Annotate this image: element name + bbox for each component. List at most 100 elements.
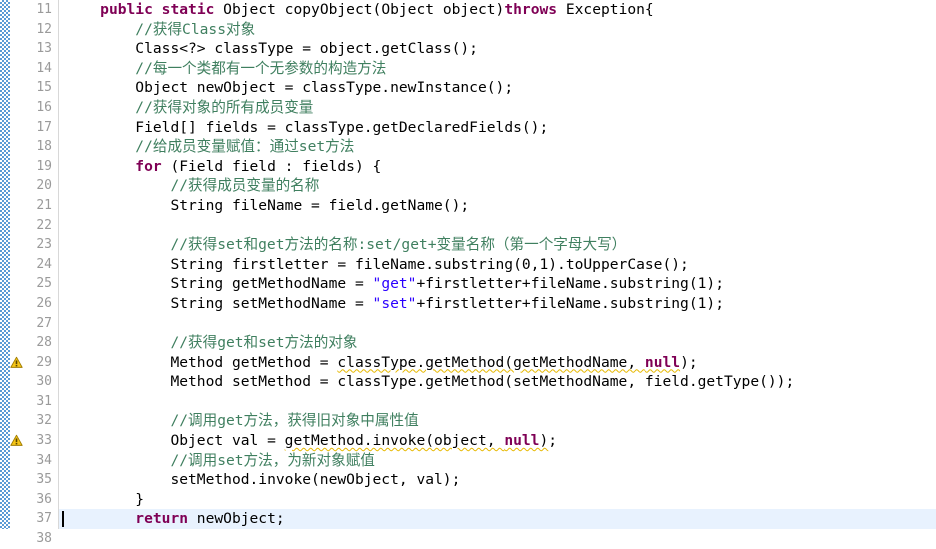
code-token-plain: String setMethodName = <box>170 294 373 312</box>
gutter-row-14[interactable]: 14 <box>10 59 58 79</box>
code-line[interactable]: //调用set方法，为新对象赋值 <box>59 451 936 471</box>
code-token-plain: (Field field : fields) { <box>161 157 382 175</box>
line-number: 33 <box>36 433 52 449</box>
gutter-row-21[interactable]: 21 <box>10 196 58 216</box>
gutter-row-32[interactable]: 32 <box>10 411 58 431</box>
gutter-row-17[interactable]: 17 <box>10 118 58 138</box>
code-token-plain: String firstletter = fileName.substring(… <box>170 255 689 273</box>
gutter-row-13[interactable]: 13 <box>10 39 58 59</box>
code-line[interactable]: for (Field field : fields) { <box>59 157 936 177</box>
code-line[interactable]: String getMethodName = "get"+firstletter… <box>59 274 936 294</box>
code-token-cmt: //每一个类都有一个无参数的构造方法 <box>135 59 387 77</box>
gutter-row-18[interactable]: 18 <box>10 137 58 157</box>
code-token-cmt: //获得对象的所有成员变量 <box>135 98 314 116</box>
code-token-kw: static <box>161 1 215 18</box>
code-line[interactable]: String firstletter = fileName.substring(… <box>59 255 936 275</box>
gutter-row-35[interactable]: 35 <box>10 470 58 490</box>
code-line[interactable]: } <box>59 490 936 510</box>
line-number: 18 <box>36 139 52 155</box>
code-token-plain: String fileName = field.getName(); <box>170 196 470 214</box>
line-number: 25 <box>36 276 52 292</box>
line-number: 14 <box>36 60 52 76</box>
code-editor[interactable]: 11 12 13 14 15 16 17 18 19 20 21 22 23 24 25 26 27 28 29 30… <box>0 0 936 546</box>
code-line-current[interactable]: return newObject; <box>59 509 936 529</box>
code-line[interactable]: //调用get方法，获得旧对象中属性值 <box>59 411 936 431</box>
code-line[interactable]: //给成员变量赋值：通过set方法 <box>59 137 936 157</box>
code-line[interactable]: //获得set和get方法的名称:set/get+变量名称（第一个字母大写） <box>59 235 936 255</box>
code-token-kw: throws <box>504 1 558 18</box>
code-token-plain: newObject; <box>188 510 285 528</box>
code-token-cmt: //获得成员变量的名称 <box>170 177 320 195</box>
code-line[interactable]: //每一个类都有一个无参数的构造方法 <box>59 59 936 79</box>
gutter-row-20[interactable]: 20 <box>10 176 58 196</box>
line-number: 23 <box>36 237 52 253</box>
gutter-row-30[interactable]: 30 <box>10 372 58 392</box>
gutter-row-26[interactable]: 26 <box>10 294 58 314</box>
code-token-plain: String getMethodName = <box>170 275 373 293</box>
gutter-row-36[interactable]: 36 <box>10 490 58 510</box>
line-number-gutter[interactable]: 11 12 13 14 15 16 17 18 19 20 21 22 23 24 25 26 27 28 29 30… <box>10 0 70 546</box>
code-token-plain: Field[] fields = classType.getDeclaredFi… <box>135 118 549 136</box>
code-line[interactable]: Object newObject = classType.newInstance… <box>59 78 936 98</box>
code-token-plain: ) <box>539 432 549 450</box>
code-line[interactable]: //获得Class对象 <box>59 20 936 40</box>
gutter-row-22[interactable]: 22 <box>10 216 58 236</box>
gutter-row-19[interactable]: 19 <box>10 157 58 177</box>
code-line[interactable]: //获得get和set方法的对象 <box>59 333 936 353</box>
code-line[interactable]: //获得对象的所有成员变量 <box>59 98 936 118</box>
gutter-row-33[interactable]: 33 <box>10 431 58 451</box>
code-token-str: "set" <box>372 294 417 312</box>
code-line[interactable] <box>59 314 936 334</box>
code-token-cmt: //获得get和set方法的对象 <box>170 334 358 352</box>
line-number: 31 <box>36 393 52 409</box>
code-line[interactable]: Class<?> classType = object.getClass(); <box>59 39 936 59</box>
code-token-cmt: //调用set方法，为新对象赋值 <box>170 451 375 469</box>
code-line[interactable] <box>59 216 936 236</box>
code-line[interactable]: Object val = getMethod.invoke(object, nu… <box>59 431 936 451</box>
code-line[interactable]: Method setMethod = classType.getMethod(s… <box>59 372 936 392</box>
gutter-row-25[interactable]: 25 <box>10 274 58 294</box>
gutter-row-31[interactable]: 31 <box>10 392 58 412</box>
code-line[interactable]: setMethod.invoke(newObject, val); <box>59 470 936 490</box>
gutter-row-27[interactable]: 27 <box>10 314 58 334</box>
code-line[interactable]: public static Object copyObject(Object o… <box>59 0 936 20</box>
code-line[interactable]: String setMethodName = "set"+firstletter… <box>59 294 936 314</box>
code-token-plain: ; <box>548 432 558 450</box>
line-number: 19 <box>36 158 52 174</box>
code-text-area[interactable]: public static Object copyObject(Object o… <box>59 0 936 529</box>
gutter-row-23[interactable]: 23 <box>10 235 58 255</box>
line-number: 36 <box>36 491 52 507</box>
gutter-row-28[interactable]: 28 <box>10 333 58 353</box>
gutter-row-29[interactable]: 29 <box>10 353 58 373</box>
line-number: 16 <box>36 99 52 115</box>
line-number: 12 <box>36 21 52 37</box>
gutter-row-11[interactable]: 11 <box>10 0 70 20</box>
code-token-str: "get" <box>372 275 417 293</box>
code-token-plain: getMethod.invoke(object, <box>284 432 505 450</box>
gutter-row-34[interactable]: 34 <box>10 451 58 471</box>
code-line[interactable]: Method getMethod = classType.getMethod(g… <box>59 353 936 373</box>
code-line[interactable]: //获得成员变量的名称 <box>59 176 936 196</box>
code-token-cmt: //调用get方法，获得旧对象中属性值 <box>170 412 419 430</box>
code-line[interactable] <box>59 392 936 412</box>
warning-icon[interactable] <box>10 356 23 369</box>
gutter-row-38[interactable]: 38 <box>10 529 58 549</box>
gutter-row-24[interactable]: 24 <box>10 255 58 275</box>
gutter-row-16[interactable]: 16 <box>10 98 58 118</box>
code-line[interactable]: Field[] fields = classType.getDeclaredFi… <box>59 118 936 138</box>
gutter-row-15[interactable]: 15 <box>10 78 58 98</box>
line-number: 11 <box>36 2 52 17</box>
code-token-kw: return <box>135 510 189 528</box>
warning-icon[interactable] <box>10 434 23 447</box>
gutter-row-12[interactable]: 12 <box>10 20 58 40</box>
annotation-ruler-strip[interactable] <box>0 0 10 529</box>
gutter-row-37[interactable]: 37 <box>10 509 58 529</box>
code-line[interactable]: String fileName = field.getName(); <box>59 196 936 216</box>
